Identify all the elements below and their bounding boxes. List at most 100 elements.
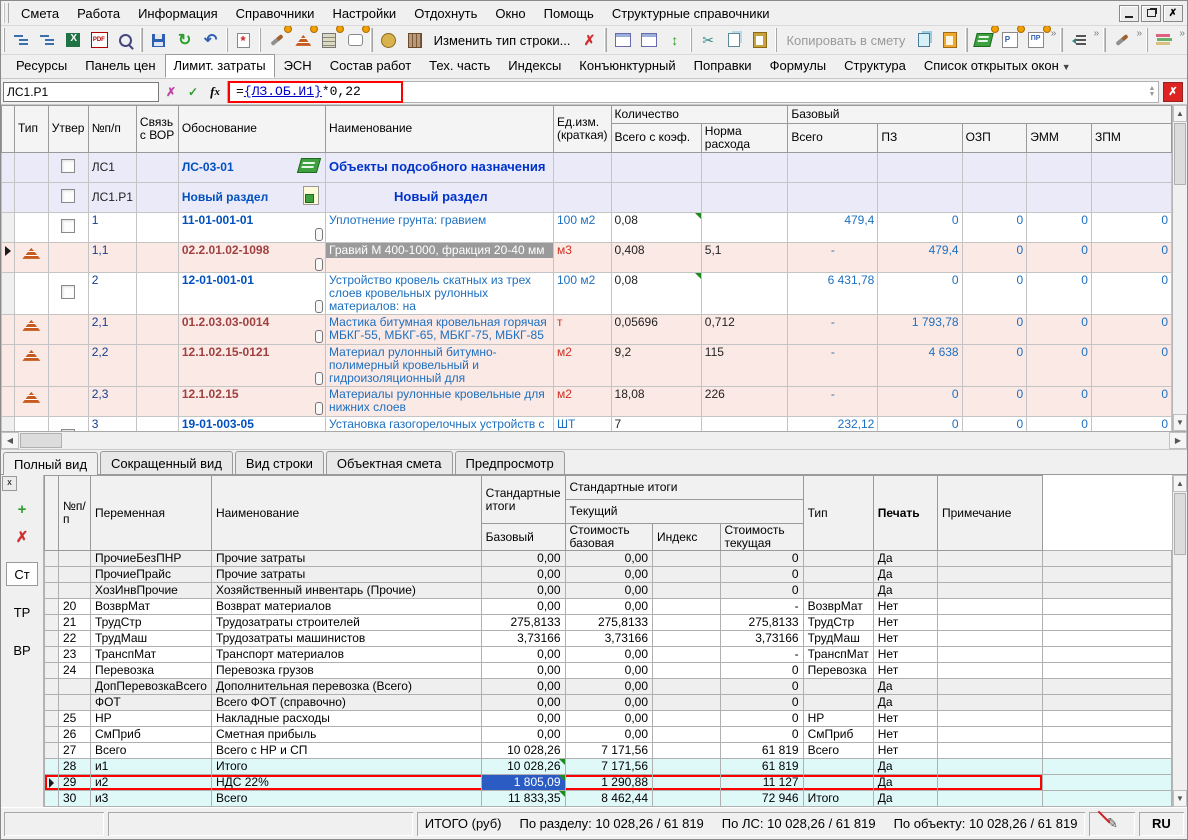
comment-icon[interactable]: [342, 27, 368, 53]
approve-checkbox[interactable]: [61, 429, 75, 431]
price-p-icon[interactable]: [997, 27, 1023, 53]
cell-norm[interactable]: [701, 272, 788, 314]
toolbar-grip[interactable]: [1146, 28, 1148, 52]
cell-type[interactable]: Перевозка: [803, 663, 873, 679]
cell-qty[interactable]: [611, 182, 701, 212]
cell-print[interactable]: Нет: [873, 615, 937, 631]
cell-name[interactable]: Трудозатраты машинистов: [211, 631, 481, 647]
cell-name[interactable]: Мастика битумная кровельная горячая МБКГ…: [326, 314, 554, 344]
cell-num[interactable]: 28: [59, 759, 91, 775]
copy-to-estimate-button[interactable]: Копировать в смету: [780, 33, 911, 48]
row-marker[interactable]: [2, 152, 15, 182]
cell-cost-current[interactable]: 0: [720, 695, 803, 711]
cell-note[interactable]: [937, 791, 1042, 807]
cell-variable[interactable]: НР: [90, 711, 211, 727]
cell-code[interactable]: 12.1.02.15-0121: [178, 344, 325, 386]
menu-spravochniki[interactable]: Справочники: [227, 3, 324, 24]
cell-name[interactable]: Сметная прибыль: [211, 727, 481, 743]
cell-cost-current[interactable]: 0: [720, 583, 803, 599]
cell-num[interactable]: 26: [59, 727, 91, 743]
hammer-icon[interactable]: [1109, 27, 1135, 53]
cell-print[interactable]: Нет: [873, 599, 937, 615]
cut-icon[interactable]: [695, 27, 721, 53]
menu-informaciya[interactable]: Информация: [129, 3, 227, 24]
cell-index[interactable]: [653, 551, 721, 567]
cell-print[interactable]: Да: [873, 775, 937, 791]
cell-name[interactable]: Прочие затраты: [211, 551, 481, 567]
cell-index[interactable]: [653, 695, 721, 711]
cell-approved[interactable]: [48, 152, 88, 182]
cell-pz[interactable]: 1 793,78: [878, 314, 962, 344]
cell-cost-current[interactable]: -: [720, 647, 803, 663]
cell-zpm[interactable]: 0: [1091, 272, 1171, 314]
tab-indeksy[interactable]: Индексы: [499, 54, 570, 78]
tab-limit-zatraty[interactable]: Лимит. затраты: [165, 54, 275, 78]
cell-variable[interactable]: и2: [90, 775, 211, 791]
cell-qty[interactable]: 18,08: [611, 386, 701, 416]
row-marker[interactable]: [2, 416, 15, 431]
side-tab-st[interactable]: Ст: [6, 562, 38, 586]
search-icon[interactable]: [112, 27, 138, 53]
cell-index[interactable]: [653, 679, 721, 695]
cell-base-value[interactable]: 0,00: [481, 663, 565, 679]
undo-icon[interactable]: [198, 27, 224, 53]
tab-popravki[interactable]: Поправки: [685, 54, 761, 78]
cell-type[interactable]: [803, 775, 873, 791]
tab-teh-chast[interactable]: Тех. часть: [420, 54, 499, 78]
cell-unit[interactable]: м3: [554, 242, 612, 272]
cell-index[interactable]: [653, 791, 721, 807]
cell-num[interactable]: [59, 695, 91, 711]
cell-note[interactable]: [937, 663, 1042, 679]
cell-vor-link[interactable]: [136, 242, 178, 272]
cell-type[interactable]: СмПриб: [803, 727, 873, 743]
cell-variable[interactable]: СмПриб: [90, 727, 211, 743]
cell-norm[interactable]: [701, 182, 788, 212]
restore-button[interactable]: [1141, 5, 1161, 22]
cell-base-value[interactable]: 0,00: [481, 679, 565, 695]
cell-variable[interactable]: ПрочиеПрайс: [90, 567, 211, 583]
cell-type[interactable]: [803, 583, 873, 599]
cell-vor-link[interactable]: [136, 272, 178, 314]
menu-smeta[interactable]: Смета: [12, 3, 68, 24]
cell-norm[interactable]: [701, 416, 788, 431]
cell-pz[interactable]: 4 638: [878, 344, 962, 386]
cell-note[interactable]: [937, 599, 1042, 615]
resources-icon[interactable]: [290, 27, 316, 53]
cell-base-total[interactable]: 479,4: [788, 212, 878, 242]
row-marker[interactable]: [45, 727, 59, 743]
cell-unit[interactable]: 100 м2: [554, 272, 612, 314]
cell-print[interactable]: Да: [873, 583, 937, 599]
cell-zpm[interactable]: [1091, 182, 1171, 212]
cell-num[interactable]: [59, 567, 91, 583]
cell-index[interactable]: [653, 615, 721, 631]
cell-approved[interactable]: [48, 182, 88, 212]
cell-emm[interactable]: 0: [1027, 344, 1092, 386]
cell-approved[interactable]: [48, 344, 88, 386]
cell-qty[interactable]: 0,08: [611, 272, 701, 314]
cell-num[interactable]: 2,1: [88, 314, 136, 344]
cell-note[interactable]: [937, 759, 1042, 775]
cell-type[interactable]: Всего: [803, 743, 873, 759]
cell-cost-base[interactable]: 7 171,56: [565, 743, 652, 759]
delete-row-icon[interactable]: ✗: [576, 27, 602, 53]
cell-unit[interactable]: [554, 152, 612, 182]
cell-base-total[interactable]: 6 431,78: [788, 272, 878, 314]
grid-edit-icon[interactable]: [636, 27, 662, 53]
cell-print[interactable]: Да: [873, 695, 937, 711]
paste-document-icon[interactable]: [937, 27, 963, 53]
cell-cost-base[interactable]: 0,00: [565, 551, 652, 567]
cell-variable[interactable]: Всего: [90, 743, 211, 759]
cell-vor-link[interactable]: [136, 152, 178, 182]
cell-emm[interactable]: 0: [1027, 386, 1092, 416]
cell-base-value[interactable]: 11 833,35: [481, 791, 565, 807]
cell-ozp[interactable]: [962, 152, 1027, 182]
cell-cost-base[interactable]: 3,73166: [565, 631, 652, 647]
cell-type[interactable]: [15, 272, 49, 314]
cell-base-total[interactable]: -: [788, 386, 878, 416]
row-marker[interactable]: [45, 631, 59, 647]
vertical-scrollbar[interactable]: ▲ ▼: [1172, 105, 1187, 431]
cell-pz[interactable]: 0: [878, 416, 962, 431]
cell-note[interactable]: [937, 631, 1042, 647]
row-marker[interactable]: [2, 212, 15, 242]
cell-index[interactable]: [653, 775, 721, 791]
